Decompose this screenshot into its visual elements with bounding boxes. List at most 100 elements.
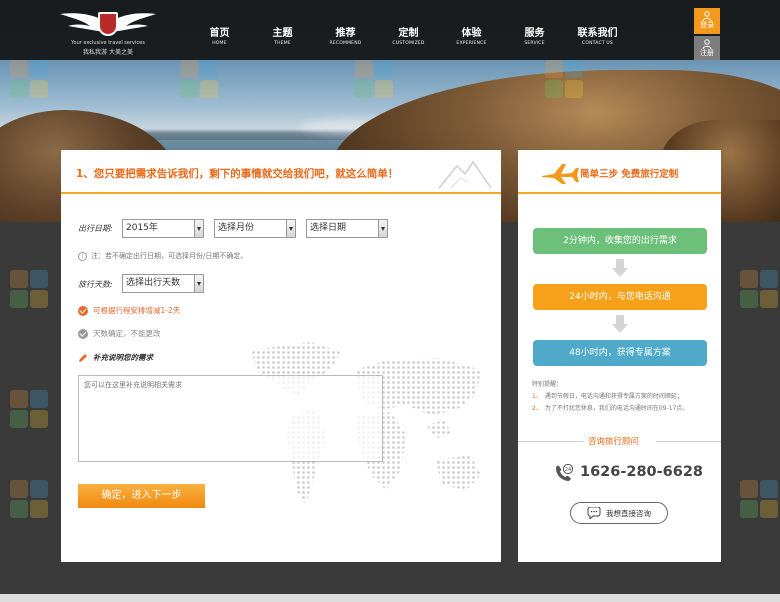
nav-item-contact[interactable]: 联系我们 CONTACT US (566, 27, 629, 48)
tip-text: 为了不打扰您休息，我们的电话沟通时间在09-17点。 (544, 405, 689, 412)
step-2: 24小时内，与您电话沟通 (533, 284, 707, 310)
info-icon: i (78, 251, 87, 261)
watermark (740, 480, 780, 520)
mountain-icon (438, 160, 492, 189)
nav-label-en: RECOMMEND (329, 41, 362, 46)
divider (518, 441, 584, 442)
days-label: 旅行天数: (78, 280, 113, 289)
three-steps-panel: 简单三步 免费旅行定制 2分钟内，收集您的出行需求 24小时内，与您电话沟通 4… (518, 150, 721, 562)
check-circle-icon (78, 328, 88, 339)
site-logo[interactable]: Your exclusive travel services 我私我游 大美之美 (60, 8, 156, 56)
steps-title: 简单三步 免费旅行定制 (580, 169, 679, 180)
nav-label-cn: 体验 (461, 28, 482, 39)
tip-text: 遇到节假日，电话沟通和获得专属方案的时间顺延； (544, 393, 683, 400)
nav-label-cn: 服务 (524, 28, 545, 39)
nav-label-en: THEME (274, 41, 291, 46)
chevron-down-icon (286, 220, 295, 237)
tips-title: 特别提醒： (532, 381, 563, 388)
custom-trip-form: 1、您只要把需求告诉我们，剩下的事情就交给我们吧，就这么简单！ 出行日期: 20… (61, 150, 501, 562)
nav-label-en: SERVICE (524, 41, 545, 46)
step-3: 48小时内，获得专属方案 (533, 340, 707, 366)
option-flexible[interactable]: 可根据行程安排增减1-2天 (78, 305, 180, 316)
tip-number: 2、 (532, 405, 542, 412)
steps-header: 简单三步 免费旅行定制 (518, 150, 721, 194)
user-icon (702, 11, 712, 21)
form-title: 1、您只要把需求告诉我们，剩下的事情就交给我们吧，就这么简单！ (76, 168, 399, 180)
option-flexible-label: 可根据行程安排增减1-2天 (93, 306, 181, 315)
nav-label-en: HOME (212, 41, 227, 46)
extra-label-row: 补充说明您的需求 (78, 352, 153, 363)
year-select-value: 2015年 (126, 223, 158, 233)
watermark (740, 270, 780, 310)
chevron-down-icon (378, 220, 387, 237)
days-select-value: 选择出行天数 (126, 278, 181, 288)
airplane-icon (542, 164, 579, 184)
watermark (10, 270, 50, 310)
nav-label-cn: 首页 (209, 28, 230, 39)
date-label: 出行日期: (78, 224, 113, 233)
check-circle-icon (78, 305, 88, 316)
nav-item-customized[interactable]: 定制 CUSTOMIZED (377, 27, 440, 48)
watermark (545, 60, 585, 100)
requirements-textarea[interactable] (78, 375, 383, 462)
nav-item-recommend[interactable]: 推荐 RECOMMEND (314, 27, 377, 48)
phone-number[interactable]: 1626-280-6628 (580, 464, 703, 480)
tip-number: 1、 (532, 393, 542, 400)
direct-consult-button[interactable]: 我想直接咨询 (570, 502, 668, 524)
phone-badge: 24 (565, 467, 571, 473)
month-select-value: 选择月份 (218, 223, 255, 233)
top-navbar: Your exclusive travel services 我私我游 大美之美… (0, 0, 780, 60)
date-note: i 注：若不确定出行日期，可选择月份/日期不确定。 (78, 251, 247, 261)
register-button[interactable]: 注册 (694, 36, 720, 60)
chevron-down-icon (194, 275, 203, 292)
nav-label-en: CONTACT US (582, 41, 613, 46)
consult-title: 咨询旅行顾问 (588, 437, 640, 447)
user-icon (702, 39, 712, 49)
watermark (10, 60, 50, 100)
nav-item-experience[interactable]: 体验 EXPERIENCE (440, 27, 503, 48)
option-fixed-label: 天数确定，不能更改 (93, 329, 161, 338)
watermark (180, 60, 220, 100)
nav-item-service[interactable]: 服务 SERVICE (503, 27, 566, 48)
arrow-down-icon (612, 315, 628, 333)
tip-1: 1、 遇到节假日，电话沟通和获得专属方案的时间顺延； (532, 391, 683, 400)
arrow-down-icon (612, 259, 628, 277)
nav-label-en: EXPERIENCE (456, 41, 487, 46)
watermark (355, 60, 395, 100)
nav-item-theme[interactable]: 主题 THEME (251, 27, 314, 48)
step-1: 2分钟内，收集您的出行需求 (533, 228, 707, 254)
tip-2: 2、 为了不打扰您休息，我们的电话沟通时间在09-17点。 (532, 403, 688, 412)
watermark (10, 480, 50, 520)
chevron-down-icon (194, 220, 203, 237)
direct-consult-label: 我想直接咨询 (606, 508, 651, 518)
next-step-button[interactable]: 确定，进入下一步 (78, 484, 205, 508)
day-select-value: 选择日期 (310, 223, 347, 233)
footer-strip (0, 594, 780, 602)
day-select[interactable]: 选择日期 (306, 219, 388, 238)
nav-label-cn: 定制 (398, 28, 419, 39)
date-note-text: 注：若不确定出行日期，可选择月份/日期不确定。 (91, 252, 248, 260)
nav-label-en: CUSTOMIZED (392, 41, 425, 46)
nav-item-home[interactable]: 首页 HOME (188, 27, 251, 48)
extra-label: 补充说明您的需求 (93, 353, 153, 362)
login-button[interactable]: 登录 (694, 8, 720, 34)
phone-24h-icon: 24 (556, 464, 574, 481)
days-select[interactable]: 选择出行天数 (122, 274, 204, 293)
nav-label-cn: 推荐 (335, 28, 356, 39)
login-label: 登录 (700, 21, 714, 29)
divider (656, 441, 721, 442)
chat-icon (587, 507, 601, 519)
option-fixed[interactable]: 天数确定，不能更改 (78, 328, 161, 339)
year-select[interactable]: 2015年 (122, 219, 204, 238)
nav-label-cn: 联系我们 (577, 28, 618, 39)
form-header: 1、您只要把需求告诉我们，剩下的事情就交给我们吧，就这么简单！ (61, 150, 501, 194)
nav-label-cn: 主题 (272, 28, 293, 39)
register-label: 注册 (700, 49, 714, 57)
month-select[interactable]: 选择月份 (214, 219, 296, 238)
main-nav: 首页 HOME 主题 THEME 推荐 RECOMMEND 定制 CUSTOMI… (188, 27, 629, 48)
logo-tagline-cn: 我私我游 大美之美 (83, 49, 133, 56)
logo-tagline-en: Your exclusive travel services (71, 40, 145, 46)
watermark (10, 390, 50, 430)
pencil-icon (79, 353, 87, 362)
shield-icon (98, 12, 118, 36)
